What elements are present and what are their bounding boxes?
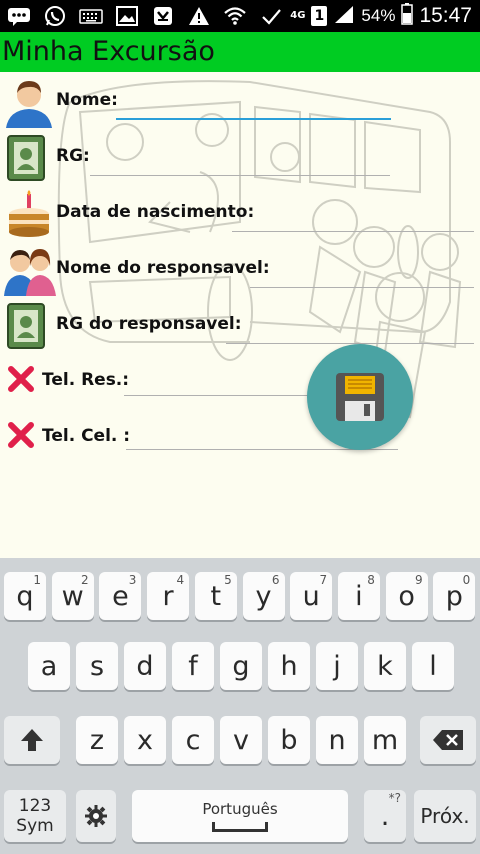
row-rg: RG: <box>0 130 480 186</box>
settings-key[interactable] <box>76 790 116 842</box>
gear-icon <box>85 805 107 827</box>
nome-input[interactable] <box>116 96 391 120</box>
person-avatar-icon <box>4 78 54 128</box>
app-title-bar: Minha Excursão <box>0 32 480 72</box>
key-f[interactable]: f <box>172 642 214 690</box>
row-nascimento: Data de nascimento: <box>0 186 480 242</box>
tel-cel-label: Tel. Cel. : <box>42 426 131 446</box>
period-key[interactable]: . *? <box>364 790 406 842</box>
chat-notification-icon <box>6 5 32 27</box>
space-key[interactable]: Português <box>132 790 348 842</box>
nome-label: Nome: <box>56 90 118 110</box>
soft-keyboard: q 1 w 2 e 3 r 4 t 5 y 6 u 7 i 8 o 9 p 0 a s d f g h j k l z x c v b n m 123 … <box>0 558 480 854</box>
rg-responsavel-label: RG do responsavel: <box>56 314 242 334</box>
key-hint: 2 <box>81 573 89 587</box>
key-hint: 1 <box>33 573 41 587</box>
key-c[interactable]: c <box>172 716 214 764</box>
rg-responsavel-input[interactable] <box>226 320 474 344</box>
key-hint: 9 <box>414 573 423 587</box>
key-v[interactable]: v <box>220 716 262 764</box>
shift-key[interactable] <box>4 716 60 764</box>
key-z[interactable]: z <box>76 716 118 764</box>
key-g[interactable]: g <box>220 642 262 690</box>
key-d[interactable]: d <box>124 642 166 690</box>
responsavel-input[interactable] <box>250 264 474 288</box>
key-a[interactable]: a <box>28 642 70 690</box>
battery-percent: 54% <box>361 6 396 25</box>
key-u[interactable]: u7 <box>290 572 333 620</box>
whatsapp-icon <box>42 5 68 27</box>
shift-arrow-icon <box>21 729 43 751</box>
check-icon <box>258 5 284 27</box>
rg-label: RG: <box>56 146 90 166</box>
key-r[interactable]: r4 <box>147 572 190 620</box>
key-n[interactable]: n <box>316 716 358 764</box>
nascimento-input[interactable] <box>232 208 474 232</box>
key-q[interactable]: q1 <box>4 572 46 620</box>
key-w[interactable]: w2 <box>51 572 94 620</box>
row-tel-cel: Tel. Cel. : <box>0 412 480 468</box>
key-i[interactable]: i8 <box>337 572 380 620</box>
close-x-icon[interactable] <box>6 420 36 450</box>
id-card-icon <box>4 302 54 350</box>
key-hint: 5 <box>224 573 232 587</box>
key-y[interactable]: y6 <box>242 572 285 620</box>
nascimento-label: Data de nascimento: <box>56 202 255 222</box>
row-responsavel: Nome do responsavel: <box>0 242 480 298</box>
tel-res-label: Tel. Res.: <box>42 370 130 390</box>
id-card-icon <box>4 134 54 182</box>
key-hint: 4 <box>176 573 185 587</box>
key-hint: 7 <box>319 573 328 587</box>
key-hint: *? <box>388 791 401 805</box>
backspace-icon <box>433 730 463 750</box>
key-hint: 3 <box>128 573 137 587</box>
symbols-key[interactable]: 123 Sym <box>4 790 66 842</box>
sim-badge: 1 <box>311 6 328 26</box>
form-area: Nome: RG: Data de nascimento: Nome do re… <box>0 72 480 558</box>
responsavel-label: Nome do responsavel: <box>56 258 270 278</box>
key-hint: 6 <box>271 573 280 587</box>
signal-icon <box>333 4 355 28</box>
clock: 15:47 <box>419 4 472 27</box>
floppy-disk-icon <box>336 373 384 421</box>
key-hint: 8 <box>367 573 375 587</box>
key-h[interactable]: h <box>268 642 310 690</box>
backspace-key[interactable] <box>420 716 476 764</box>
birthday-cake-icon <box>4 190 54 238</box>
row-rg-responsavel: RG do responsavel: <box>0 298 480 354</box>
key-l[interactable]: l <box>412 642 454 690</box>
status-bar: 4G 1 54% 15:47 <box>0 0 480 32</box>
key-e[interactable]: e3 <box>99 572 142 620</box>
key-p[interactable]: p0 <box>433 572 476 620</box>
close-x-icon[interactable] <box>6 364 36 394</box>
wifi-icon <box>222 5 248 27</box>
network-type: 4G <box>290 10 306 21</box>
key-o[interactable]: o9 <box>385 572 428 620</box>
space-language-label: Português <box>202 800 278 818</box>
parents-icon <box>4 246 56 296</box>
key-k[interactable]: k <box>364 642 406 690</box>
app-title: Minha Excursão <box>2 36 215 67</box>
row-nome: Nome: <box>0 74 480 130</box>
gallery-icon <box>114 5 140 27</box>
battery-icon <box>401 3 414 29</box>
messenger-icon <box>150 5 176 27</box>
key-t[interactable]: t5 <box>194 572 237 620</box>
next-key[interactable]: Próx. <box>414 790 476 842</box>
key-s[interactable]: s <box>76 642 118 690</box>
key-b[interactable]: b <box>268 716 310 764</box>
key-x[interactable]: x <box>124 716 166 764</box>
warning-icon <box>186 5 212 27</box>
key-hint: 0 <box>462 573 471 587</box>
key-j[interactable]: j <box>316 642 358 690</box>
tel-res-input[interactable] <box>124 372 308 396</box>
keyboard-icon <box>78 5 104 27</box>
key-m[interactable]: m <box>364 716 406 764</box>
rg-input[interactable] <box>90 152 390 176</box>
save-button[interactable] <box>307 344 413 450</box>
